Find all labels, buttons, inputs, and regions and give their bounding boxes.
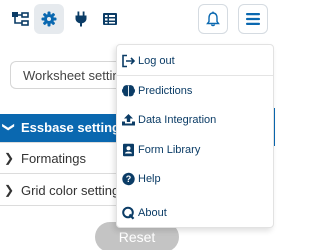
top-toolbar [0, 0, 276, 40]
address-book-icon [123, 143, 134, 157]
main-dropdown-menu: Log out Predictions Data Integration For… [116, 44, 274, 228]
grid-color-setting-label: Grid color setting [21, 183, 120, 198]
menu-item-predictions[interactable]: Predictions [117, 78, 273, 104]
notifications-button[interactable] [198, 4, 228, 34]
connection-button[interactable] [66, 4, 96, 34]
menu-item-form-library[interactable]: Form Library [117, 137, 273, 163]
hierarchy-icon [12, 12, 29, 26]
menu-item-label: About [138, 207, 167, 219]
question-circle-icon: ? [122, 172, 135, 186]
essbase-settings-label: Essbase settings [21, 120, 128, 135]
worksheet-setting-placeholder: Worksheet setting [23, 68, 127, 83]
brain-icon [122, 85, 135, 97]
menu-item-label: Log out [138, 55, 175, 67]
menu-item-about[interactable]: About [117, 200, 273, 226]
worksheet-setting-field[interactable]: Worksheet setting [10, 61, 127, 89]
essbase-settings-section[interactable]: ❯ Essbase settings [0, 114, 127, 142]
menu-separator [117, 75, 273, 76]
divider [0, 205, 116, 206]
menu-item-logout[interactable]: Log out [117, 48, 273, 74]
hamburger-menu-icon [246, 13, 260, 25]
chevron-right-icon: ❯ [4, 183, 15, 197]
menu-item-label: Predictions [138, 85, 193, 97]
table-icon [103, 13, 117, 25]
chevron-right-icon: ❯ [4, 151, 15, 165]
svg-text:?: ? [126, 174, 132, 184]
upload-icon [122, 114, 135, 126]
main-menu-button[interactable] [238, 4, 268, 34]
settings-button[interactable] [34, 4, 64, 34]
q-logo-icon [122, 206, 135, 220]
grid-color-setting-section[interactable]: ❯ Grid color setting [0, 177, 120, 205]
hierarchy-button[interactable] [5, 4, 35, 34]
formatings-section[interactable]: ❯ Formatings [0, 145, 116, 173]
formatings-label: Formatings [21, 151, 87, 166]
menu-item-label: Data Integration [138, 114, 217, 126]
menu-item-data-integration[interactable]: Data Integration [117, 107, 273, 133]
menu-item-label: Form Library [138, 144, 201, 156]
table-button[interactable] [95, 4, 125, 34]
divider [0, 173, 116, 174]
chevron-down-icon: ❯ [2, 121, 17, 133]
gear-icon [41, 11, 57, 27]
logout-icon [122, 54, 136, 68]
plug-icon [75, 11, 87, 27]
menu-item-help[interactable]: ? Help [117, 166, 273, 192]
divider [0, 142, 116, 143]
menu-item-label: Help [138, 173, 161, 185]
bell-icon [206, 11, 220, 27]
